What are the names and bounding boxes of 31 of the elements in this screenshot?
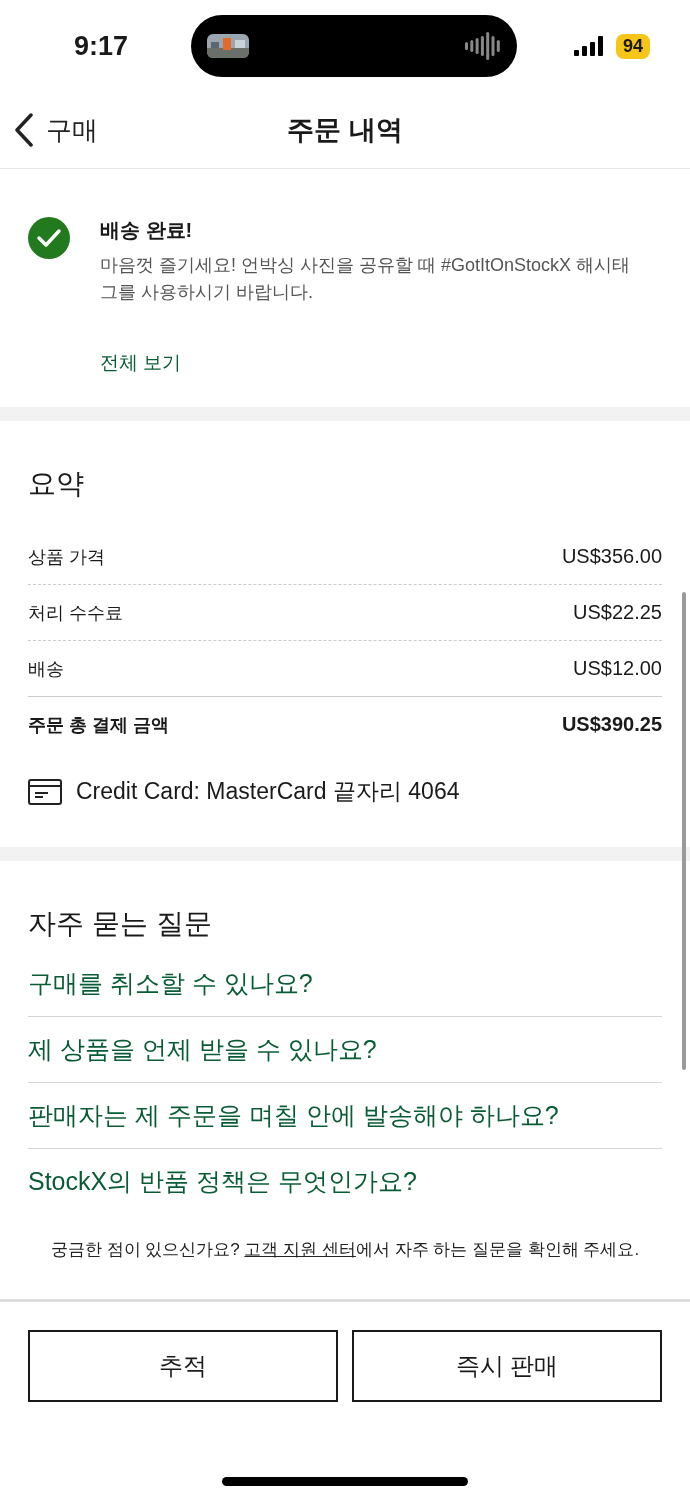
check-icon <box>28 217 70 259</box>
faq-link[interactable]: 구매를 취소할 수 있나요? <box>28 951 662 1017</box>
payment-method: Credit Card: MasterCard 끝자리 4064 <box>76 777 460 806</box>
faq-link[interactable]: 판매자는 제 주문을 며칠 안에 발송해야 하나요? <box>28 1083 662 1149</box>
action-button[interactable]: 추적 <box>28 1330 338 1402</box>
summary-label: 처리 수수료 <box>28 601 123 625</box>
help-text: 궁금한 점이 있으신가요? 고객 지원 센터에서 자주 하는 질문을 확인해 주세요. <box>49 1239 641 1261</box>
faq-link[interactable]: StockX의 반품 정책은 무엇인가요? <box>28 1149 662 1214</box>
back-button[interactable]: 구매 <box>0 111 104 149</box>
section-heading: 자주 묻는 질문 <box>28 907 213 941</box>
summary-value: US$12.00 <box>573 657 662 680</box>
waveform-icon <box>465 32 503 60</box>
battery-level: 94 <box>615 33 650 59</box>
view-all-link[interactable]: 전체 보기 <box>100 350 182 376</box>
page-title: 주문 내역 <box>287 115 403 145</box>
summary-label: 상품 가격 <box>28 545 105 569</box>
summary-value: US$390.25 <box>561 713 662 736</box>
status-message: 마음껏 즐기세요! 언박싱 사진을 공유할 때 #GotItOnStockX 해시태그를 사용하시기 바랍니다. <box>100 254 632 304</box>
status-title: 배송 완료! <box>100 218 194 243</box>
credit-card-icon <box>28 778 62 805</box>
summary-label: 주문 총 결제 금액 <box>28 713 169 737</box>
faq-link[interactable]: 제 상품을 언제 받을 수 있나요? <box>28 1017 662 1083</box>
back-icon <box>14 113 34 147</box>
section-heading: 요약 <box>28 467 85 501</box>
clock-time: 9:17 <box>74 30 130 62</box>
summary-value: US$356.00 <box>561 545 662 568</box>
summary-value: US$22.25 <box>573 601 662 624</box>
action-button[interactable]: 즉시 판매 <box>352 1330 662 1402</box>
support-center-link[interactable]: 고객 지원 센터 <box>244 1240 356 1259</box>
summary-label: 배송 <box>28 657 64 681</box>
signal-icon <box>573 36 606 56</box>
